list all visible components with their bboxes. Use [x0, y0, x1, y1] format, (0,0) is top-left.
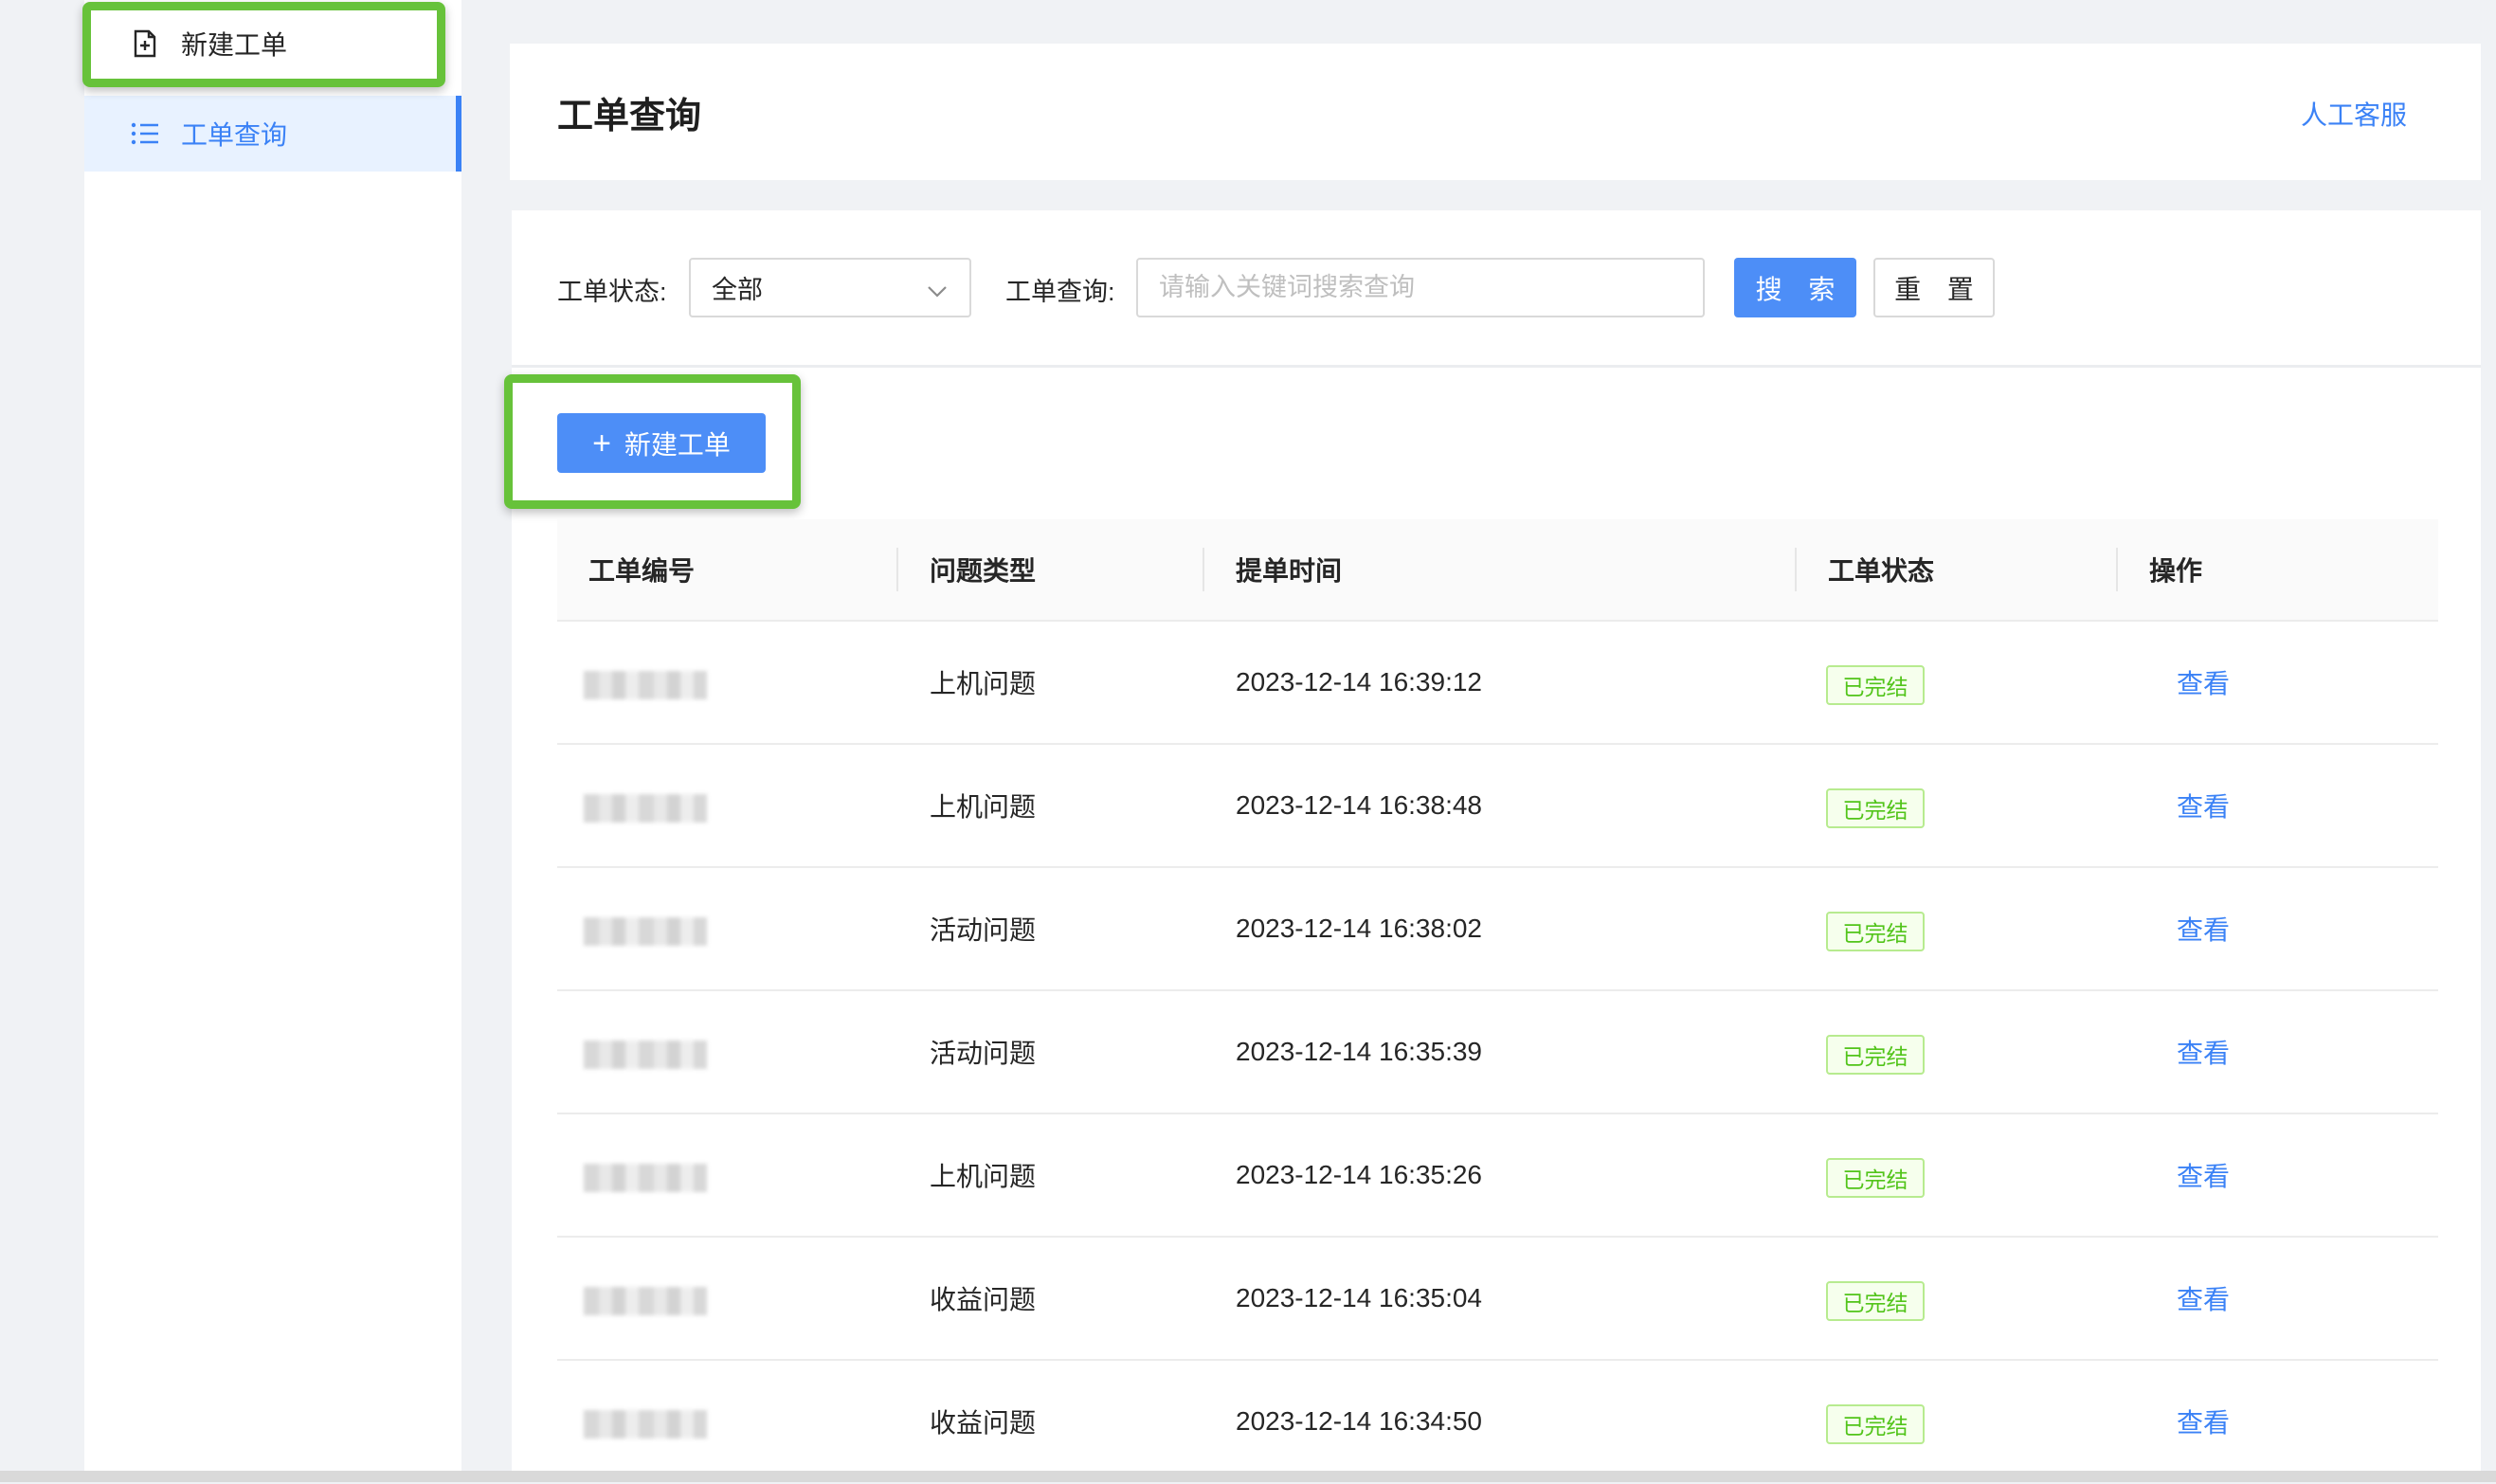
submit-time-cell: 2023-12-14 16:35:26 [1236, 1160, 1482, 1189]
view-link[interactable]: 查看 [2177, 1238, 2230, 1359]
table-row: 收益问题 2023-12-14 16:34:50 已完结 查看 [557, 1361, 2438, 1484]
submit-time-cell: 2023-12-14 16:39:12 [1236, 667, 1482, 697]
search-button[interactable]: 搜 索 [1734, 258, 1856, 317]
column-header-issue-type: 问题类型 [930, 556, 1037, 586]
highlight-box [82, 2, 445, 87]
issue-type-cell: 上机问题 [930, 792, 1037, 822]
status-badge: 已完结 [1826, 912, 1925, 951]
status-badge: 已完结 [1826, 1158, 1925, 1198]
view-link[interactable]: 查看 [2177, 991, 2230, 1113]
issue-type-cell: 活动问题 [930, 1039, 1037, 1068]
issue-type-cell: 收益问题 [930, 1408, 1037, 1438]
status-badge: 已完结 [1826, 665, 1925, 705]
redacted-ticket-id [584, 1410, 707, 1439]
page-title: 工单查询 [557, 97, 702, 136]
submit-time-cell: 2023-12-14 16:35:04 [1236, 1283, 1482, 1312]
reset-button[interactable]: 重 置 [1873, 258, 1995, 317]
issue-type-cell: 收益问题 [930, 1285, 1037, 1314]
issue-type-cell: 上机问题 [930, 669, 1037, 698]
sidebar-item-ticket-query[interactable]: 工单查询 [84, 96, 461, 172]
view-link[interactable]: 查看 [2177, 1114, 2230, 1236]
view-link[interactable]: 查看 [2177, 622, 2230, 743]
table-row: 活动问题 2023-12-14 16:38:02 已完结 查看 [557, 868, 2438, 991]
customer-service-link[interactable]: 人工客服 [2301, 95, 2407, 133]
table-row: 收益问题 2023-12-14 16:35:04 已完结 查看 [557, 1238, 2438, 1361]
submit-time-cell: 2023-12-14 16:35:39 [1236, 1037, 1482, 1066]
sidebar: 新建工单 工单查询 [84, 0, 461, 1482]
divider [2116, 548, 2118, 591]
submit-time-cell: 2023-12-14 16:38:02 [1236, 914, 1482, 943]
issue-type-cell: 上机问题 [930, 1162, 1037, 1191]
highlight-box [504, 374, 801, 509]
search-input[interactable] [1136, 258, 1705, 317]
redacted-ticket-id [584, 671, 707, 699]
status-select-value: 全部 [712, 276, 763, 304]
submit-time-cell: 2023-12-14 16:34:50 [1236, 1406, 1482, 1436]
divider [1795, 548, 1797, 591]
page-header [510, 44, 2481, 180]
chevron-down-icon [926, 279, 949, 308]
table-row: 上机问题 2023-12-14 16:38:48 已完结 查看 [557, 745, 2438, 868]
status-badge: 已完结 [1826, 1281, 1925, 1321]
status-badge: 已完结 [1826, 788, 1925, 828]
column-header-submit-time: 提单时间 [1236, 556, 1343, 586]
status-filter-label: 工单状态: [557, 278, 667, 306]
divider [1203, 548, 1204, 591]
view-link[interactable]: 查看 [2177, 868, 2230, 989]
table-row: 活动问题 2023-12-14 16:35:39 已完结 查看 [557, 991, 2438, 1114]
redacted-ticket-id [584, 917, 707, 946]
redacted-ticket-id [584, 1164, 707, 1192]
sidebar-item-label: 工单查询 [181, 120, 288, 150]
view-link[interactable]: 查看 [2177, 1361, 2230, 1482]
redacted-ticket-id [584, 1287, 707, 1315]
table-row: 上机问题 2023-12-14 16:35:26 已完结 查看 [557, 1114, 2438, 1238]
view-link[interactable]: 查看 [2177, 745, 2230, 866]
status-badge: 已完结 [1826, 1404, 1925, 1444]
issue-type-cell: 活动问题 [930, 915, 1037, 945]
table-header: 工单编号 问题类型 提单时间 工单状态 操作 [557, 519, 2438, 622]
status-badge: 已完结 [1826, 1035, 1925, 1075]
redacted-ticket-id [584, 794, 707, 823]
query-filter-label: 工单查询: [1005, 278, 1115, 306]
column-header-action: 操作 [2149, 556, 2203, 586]
divider [896, 548, 898, 591]
list-icon [130, 118, 160, 149]
table-row: 上机问题 2023-12-14 16:39:12 已完结 查看 [557, 622, 2438, 745]
status-select[interactable]: 全部 [689, 258, 971, 317]
column-header-status: 工单状态 [1828, 556, 1935, 586]
submit-time-cell: 2023-12-14 16:38:48 [1236, 790, 1482, 820]
column-header-ticket-id: 工单编号 [588, 556, 696, 586]
window-bottom-edge [0, 1471, 2496, 1482]
redacted-ticket-id [584, 1041, 707, 1069]
